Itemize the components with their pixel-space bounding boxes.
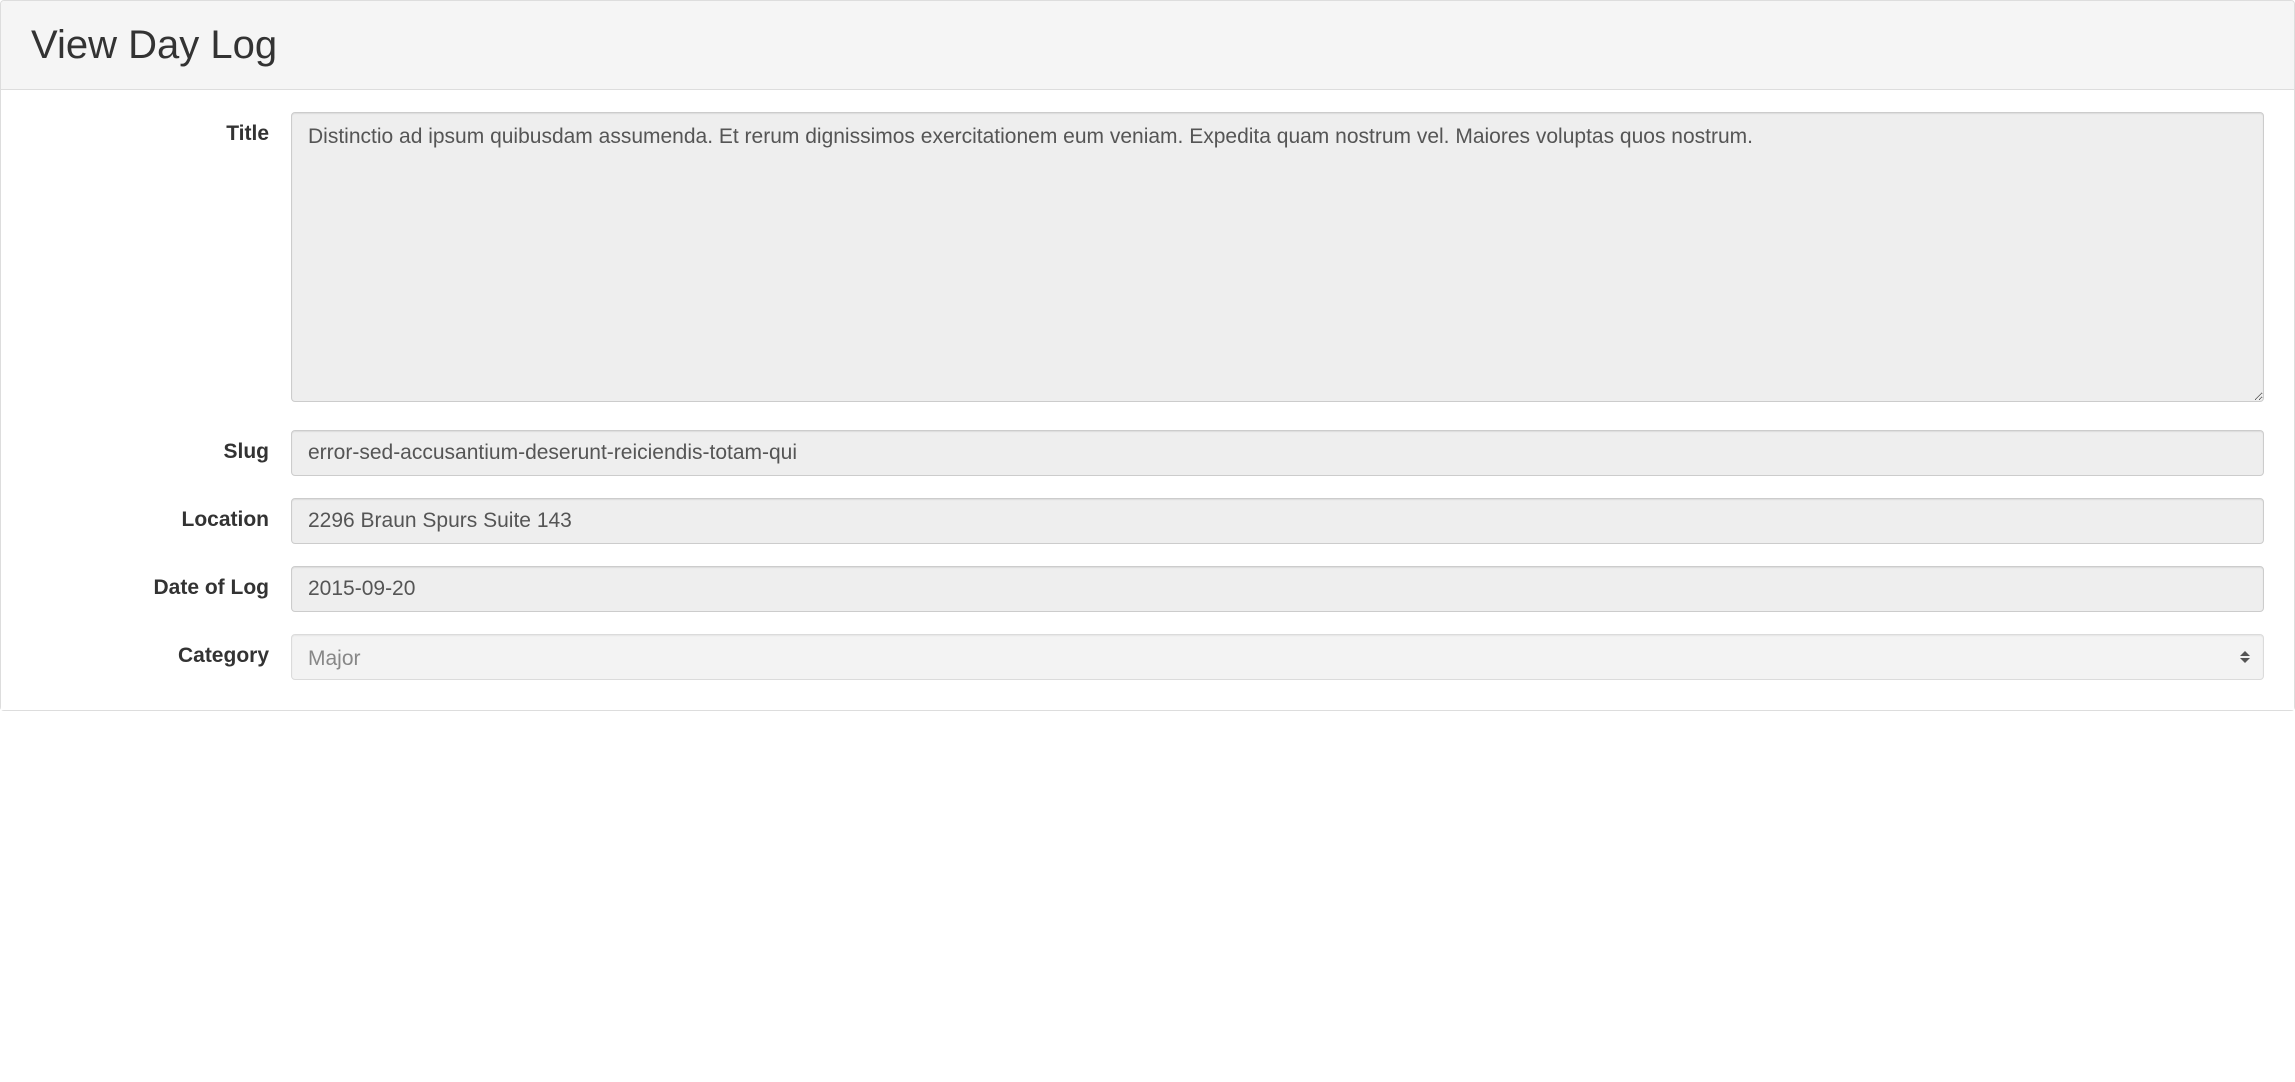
date-of-log-field-wrap <box>291 566 2264 612</box>
category-label: Category <box>31 634 291 668</box>
title-field-wrap: Distinctio ad ipsum quibusdam assumenda.… <box>291 112 2264 408</box>
slug-field-wrap <box>291 430 2264 476</box>
location-field-wrap <box>291 498 2264 544</box>
category-select[interactable]: Major <box>291 634 2264 680</box>
view-day-log-panel: View Day Log Title Distinctio ad ipsum q… <box>0 0 2295 711</box>
form-row-title: Title Distinctio ad ipsum quibusdam assu… <box>31 112 2264 408</box>
title-label: Title <box>31 112 291 146</box>
slug-input <box>291 430 2264 476</box>
location-input <box>291 498 2264 544</box>
date-of-log-label: Date of Log <box>31 566 291 600</box>
title-textarea: Distinctio ad ipsum quibusdam assumenda.… <box>291 112 2264 402</box>
form-row-date-of-log: Date of Log <box>31 566 2264 612</box>
form-row-slug: Slug <box>31 430 2264 476</box>
date-of-log-input <box>291 566 2264 612</box>
slug-label: Slug <box>31 430 291 464</box>
location-label: Location <box>31 498 291 532</box>
panel-body: Title Distinctio ad ipsum quibusdam assu… <box>1 90 2294 710</box>
form-row-category: Category Major <box>31 634 2264 680</box>
panel-title: View Day Log <box>31 23 2264 67</box>
category-field-wrap: Major <box>291 634 2264 680</box>
panel-heading: View Day Log <box>1 1 2294 90</box>
form-row-location: Location <box>31 498 2264 544</box>
